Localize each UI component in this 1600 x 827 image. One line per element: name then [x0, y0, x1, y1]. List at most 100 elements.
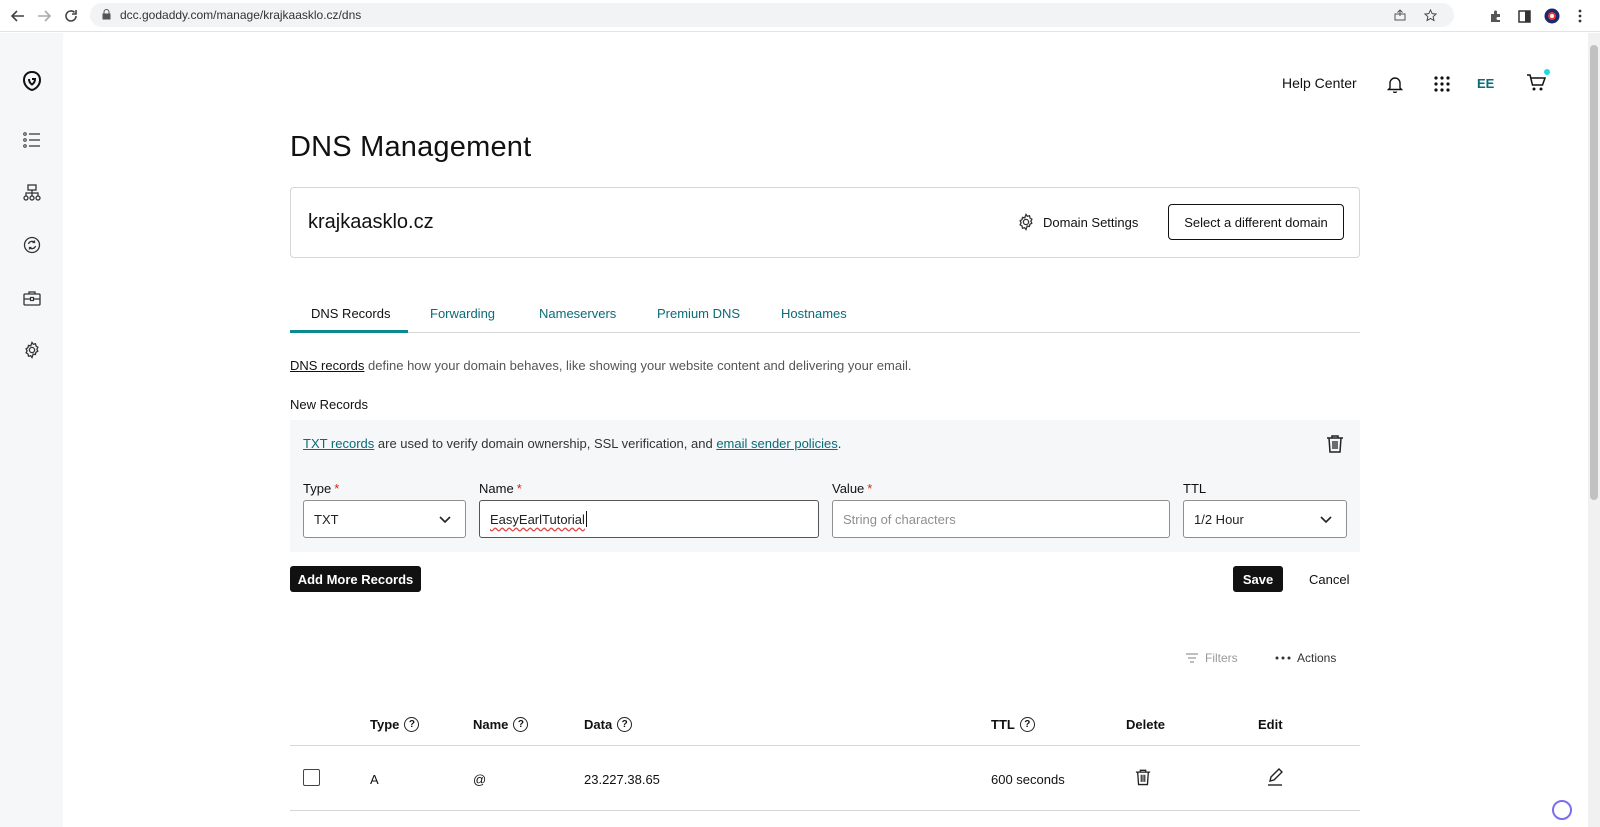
- list-icon[interactable]: [20, 128, 44, 152]
- column-header-name-label: Name: [473, 717, 509, 732]
- scrollbar-thumb[interactable]: [1590, 45, 1598, 500]
- delete-new-record-icon[interactable]: [1326, 434, 1346, 454]
- ttl-label-text: TTL: [1183, 481, 1207, 496]
- tab-hostnames[interactable]: Hostnames: [781, 306, 847, 321]
- tab-premium-dns[interactable]: Premium DNS: [657, 306, 740, 321]
- sidepanel-icon[interactable]: [1512, 4, 1536, 28]
- name-input-value: EasyEarlTutorial: [490, 511, 585, 527]
- address-bar[interactable]: dcc.godaddy.com/manage/krajkaasklo.cz/dn…: [90, 3, 1454, 27]
- column-header-type-label: Type: [370, 717, 400, 732]
- briefcase-icon[interactable]: [20, 286, 44, 310]
- column-header-type[interactable]: Type?: [370, 717, 420, 732]
- row-type: A: [370, 772, 379, 787]
- name-label-text: Name: [479, 481, 514, 496]
- required-mark: *: [516, 481, 522, 496]
- tab-forwarding[interactable]: Forwarding: [430, 306, 495, 321]
- type-select-value: TXT: [314, 511, 339, 527]
- value-label-text: Value: [832, 481, 865, 496]
- left-nav-rail: [0, 33, 63, 827]
- help-center-link[interactable]: Help Center: [1282, 75, 1357, 91]
- ttl-select[interactable]: 1/2 Hour: [1183, 500, 1347, 538]
- sitemap-icon[interactable]: [20, 181, 44, 205]
- apps-grid-icon[interactable]: [1430, 72, 1454, 96]
- chevron-down-icon: [437, 511, 453, 527]
- actions-button[interactable]: Actions: [1275, 651, 1336, 665]
- column-header-ttl[interactable]: TTL?: [991, 717, 1035, 732]
- assistant-chat-icon[interactable]: [1552, 800, 1572, 820]
- help-circle-icon[interactable]: ?: [1019, 717, 1035, 732]
- cart-notification-dot: [1544, 69, 1550, 75]
- table-row: A @ 23.227.38.65 600 seconds: [290, 747, 1360, 811]
- help-circle-icon[interactable]: ?: [617, 717, 633, 732]
- txt-note-text: are used to verify domain ownership, SSL…: [374, 436, 717, 451]
- row-name: @: [473, 772, 487, 787]
- row-data: 23.227.38.65: [584, 772, 660, 787]
- forward-icon[interactable]: [31, 3, 57, 29]
- gear-icon: [1017, 213, 1035, 231]
- column-header-data-label: Data: [584, 717, 613, 732]
- help-circle-icon[interactable]: ?: [513, 717, 529, 732]
- lock-icon: [102, 9, 112, 21]
- star-icon[interactable]: [1418, 3, 1442, 27]
- row-ttl: 600 seconds: [991, 772, 1065, 787]
- select-different-domain-button[interactable]: Select a different domain: [1168, 204, 1344, 240]
- txt-records-link[interactable]: TXT records: [303, 436, 374, 451]
- name-input[interactable]: EasyEarlTutorial: [479, 500, 819, 538]
- tab-nameservers[interactable]: Nameservers: [539, 306, 616, 321]
- column-header-edit-label: Edit: [1258, 717, 1283, 732]
- column-header-data[interactable]: Data?: [584, 717, 633, 732]
- dns-description-text: define how your domain behaves, like sho…: [364, 358, 912, 373]
- type-select[interactable]: TXT: [303, 500, 466, 538]
- settings-gear-icon[interactable]: [20, 338, 44, 362]
- dns-records-link[interactable]: DNS records: [290, 358, 364, 373]
- column-header-delete-label: Delete: [1126, 717, 1166, 732]
- domain-settings-button[interactable]: Domain Settings: [1017, 213, 1138, 231]
- cancel-button[interactable]: Cancel: [1309, 572, 1349, 587]
- add-more-records-button[interactable]: Add More Records: [290, 566, 421, 592]
- active-tab-indicator: [290, 330, 408, 333]
- type-label-text: Type: [303, 481, 332, 496]
- help-circle-icon[interactable]: ?: [404, 717, 420, 732]
- new-records-heading: New Records: [290, 397, 369, 412]
- edit-pencil-icon[interactable]: [1267, 768, 1283, 791]
- actions-label: Actions: [1297, 651, 1337, 665]
- save-button[interactable]: Save: [1233, 566, 1283, 592]
- value-input[interactable]: String of characters: [832, 500, 1170, 538]
- godaddy-logo-icon[interactable]: [20, 69, 44, 93]
- ttl-select-value: 1/2 Hour: [1194, 511, 1244, 527]
- name-label: Name *: [479, 481, 522, 496]
- type-label: Type *: [303, 481, 339, 496]
- browser-toolbar: dcc.godaddy.com/manage/krajkaasklo.cz/dn…: [0, 0, 1600, 32]
- reload-icon[interactable]: [58, 3, 84, 29]
- txt-info-note: TXT records are used to verify domain ow…: [303, 436, 841, 451]
- bell-icon[interactable]: [1383, 72, 1407, 96]
- domain-settings-label: Domain Settings: [1043, 214, 1139, 230]
- sync-icon[interactable]: [20, 233, 44, 257]
- row-checkbox[interactable]: [303, 769, 320, 786]
- tab-dns-records[interactable]: DNS Records: [311, 306, 390, 321]
- filters-label: Filters: [1205, 651, 1238, 665]
- page-title: DNS Management: [290, 131, 532, 163]
- cart-icon[interactable]: [1524, 71, 1548, 95]
- profile-avatar-icon[interactable]: [1540, 4, 1564, 28]
- column-header-ttl-label: TTL: [991, 717, 1015, 732]
- more-horizontal-icon: [1275, 656, 1291, 660]
- page-scrollbar[interactable]: [1588, 33, 1600, 827]
- extensions-icon[interactable]: [1484, 4, 1508, 28]
- chevron-down-icon: [1318, 511, 1334, 527]
- required-mark: *: [334, 481, 340, 496]
- browser-menu-icon[interactable]: [1568, 4, 1592, 28]
- column-header-delete: Delete: [1126, 717, 1165, 732]
- share-icon[interactable]: [1388, 3, 1412, 27]
- back-icon[interactable]: [5, 3, 31, 29]
- new-record-panel: TXT records are used to verify domain ow…: [290, 420, 1360, 552]
- domain-name: krajkaasklo.cz: [308, 211, 434, 233]
- value-label: Value *: [832, 481, 872, 496]
- column-header-name[interactable]: Name?: [473, 717, 529, 732]
- account-initials[interactable]: EE: [1477, 76, 1494, 91]
- filters-button[interactable]: Filters: [1185, 651, 1238, 665]
- email-sender-policies-link[interactable]: email sender policies: [716, 436, 837, 451]
- dns-description: DNS records define how your domain behav…: [290, 358, 911, 373]
- delete-record-icon[interactable]: [1135, 768, 1151, 791]
- ttl-label: TTL: [1183, 481, 1206, 496]
